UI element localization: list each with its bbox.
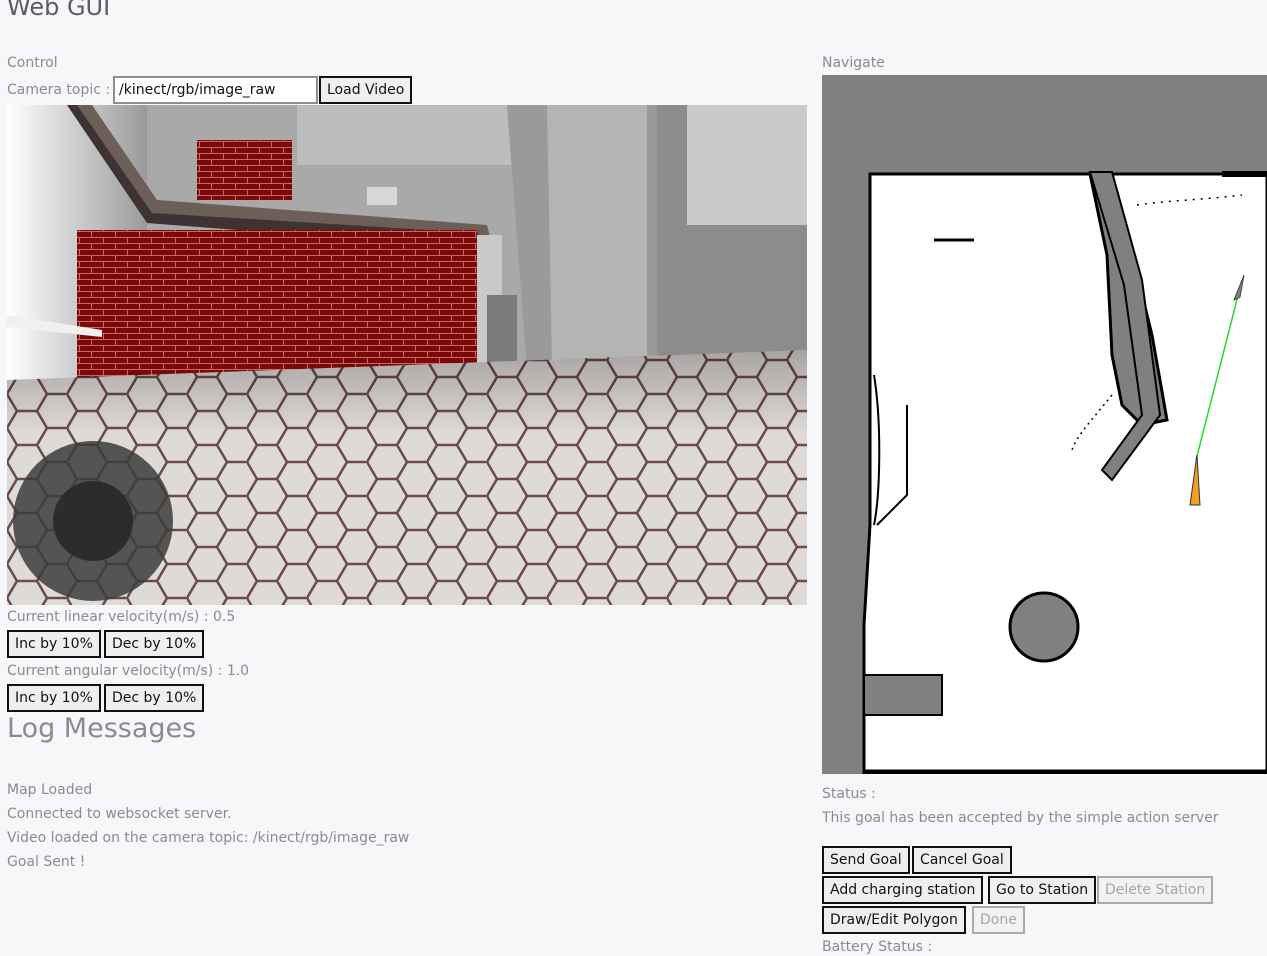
status-label: Status : [822,786,876,802]
log-message: Map Loaded [7,782,93,798]
go-to-station-button[interactable]: Go to Station [988,876,1097,904]
camera-topic-input[interactable] [113,76,318,104]
log-heading: Log Messages [7,713,197,744]
joystick-handle[interactable] [53,481,133,561]
navigate-heading: Navigate [822,55,885,71]
delete-station-button[interactable]: Delete Station [1097,876,1214,904]
log-message: Connected to websocket server. [7,806,232,822]
battery-status-label: Battery Status : [822,939,933,955]
angular-inc-button[interactable]: Inc by 10% [7,684,101,712]
status-message: This goal has been accepted by the simpl… [822,810,1219,826]
add-charging-station-button[interactable]: Add charging station [822,876,984,904]
draw-edit-polygon-button[interactable]: Draw/Edit Polygon [822,906,966,934]
send-goal-button[interactable]: Send Goal [822,846,910,874]
occupancy-grid-map[interactable] [822,75,1267,774]
done-button[interactable]: Done [972,906,1025,934]
page-title: Web GUI [7,0,111,21]
camera-topic-label: Camera topic : [7,82,111,98]
log-message: Goal Sent ! [7,854,86,870]
camera-video-feed [7,105,807,605]
linear-dec-button[interactable]: Dec by 10% [104,630,205,658]
navigation-map[interactable] [822,75,1267,774]
control-heading: Control [7,55,58,71]
linear-inc-button[interactable]: Inc by 10% [7,630,101,658]
log-message: Video loaded on the camera topic: /kinec… [7,830,410,846]
cancel-goal-button[interactable]: Cancel Goal [912,846,1012,874]
angular-velocity-readout: Current angular velocity(m/s) : 1.0 [7,663,250,679]
linear-velocity-readout: Current linear velocity(m/s) : 0.5 [7,609,236,625]
angular-dec-button[interactable]: Dec by 10% [104,684,205,712]
load-video-button[interactable]: Load Video [319,76,413,104]
